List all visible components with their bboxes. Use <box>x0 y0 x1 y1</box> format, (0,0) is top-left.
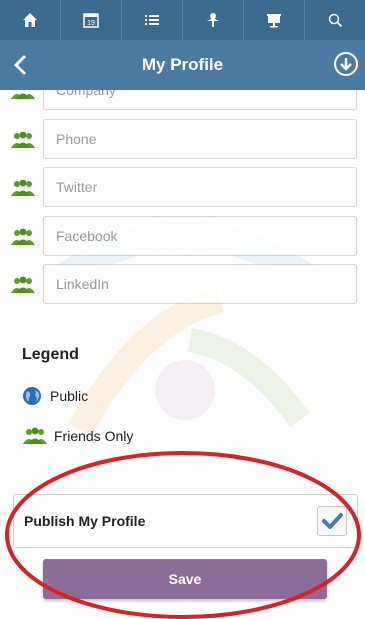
friends-visibility-icon[interactable] <box>10 179 36 197</box>
save-button[interactable]: Save <box>43 559 327 599</box>
nav-search[interactable] <box>305 0 365 40</box>
page-header-overlay: My Profile <box>0 40 365 90</box>
field-facebook: Facebook <box>0 216 365 258</box>
field-phone: Phone <box>0 119 365 161</box>
friends-visibility-icon[interactable] <box>10 276 36 294</box>
download-circle-icon[interactable] <box>333 51 359 77</box>
tree-icon <box>207 13 219 27</box>
friends-visibility-icon[interactable] <box>10 131 36 149</box>
nav-calendar[interactable]: 19 <box>61 0 122 40</box>
twitter-input[interactable]: Twitter <box>43 167 357 207</box>
field-linkedin: LinkedIn <box>0 264 365 306</box>
legend-title: Legend <box>22 346 79 363</box>
legend-friends-label: Friends Only <box>54 428 134 444</box>
publish-profile-row[interactable]: Publish My Profile <box>13 494 358 548</box>
top-nav-bar: 19 <box>0 0 365 40</box>
search-icon <box>328 13 343 28</box>
friends-icon <box>23 427 47 444</box>
home-icon <box>23 13 37 27</box>
nav-home[interactable] <box>0 0 61 40</box>
nav-tree[interactable] <box>183 0 244 40</box>
nav-list[interactable] <box>122 0 183 40</box>
field-twitter: Twitter <box>0 167 365 209</box>
friends-visibility-icon[interactable] <box>10 228 36 246</box>
linkedin-input[interactable]: LinkedIn <box>43 264 357 304</box>
calendar-icon: 19 <box>83 13 99 28</box>
checkmark-icon <box>322 513 343 529</box>
presentation-icon <box>267 14 281 28</box>
publish-profile-label: Publish My Profile <box>24 513 146 529</box>
nav-presentation[interactable] <box>244 0 305 40</box>
calendar-day: 19 <box>87 20 95 27</box>
list-icon <box>145 15 159 25</box>
legend-friends-only: Friends Only <box>22 427 133 445</box>
legend-public-label: Public <box>50 388 89 404</box>
publish-profile-checkbox[interactable] <box>317 506 347 536</box>
page-title: My Profile <box>141 55 224 74</box>
globe-icon <box>23 387 41 405</box>
facebook-input[interactable]: Facebook <box>43 216 357 256</box>
legend-public: Public <box>22 386 88 406</box>
phone-input[interactable]: Phone <box>43 119 357 159</box>
